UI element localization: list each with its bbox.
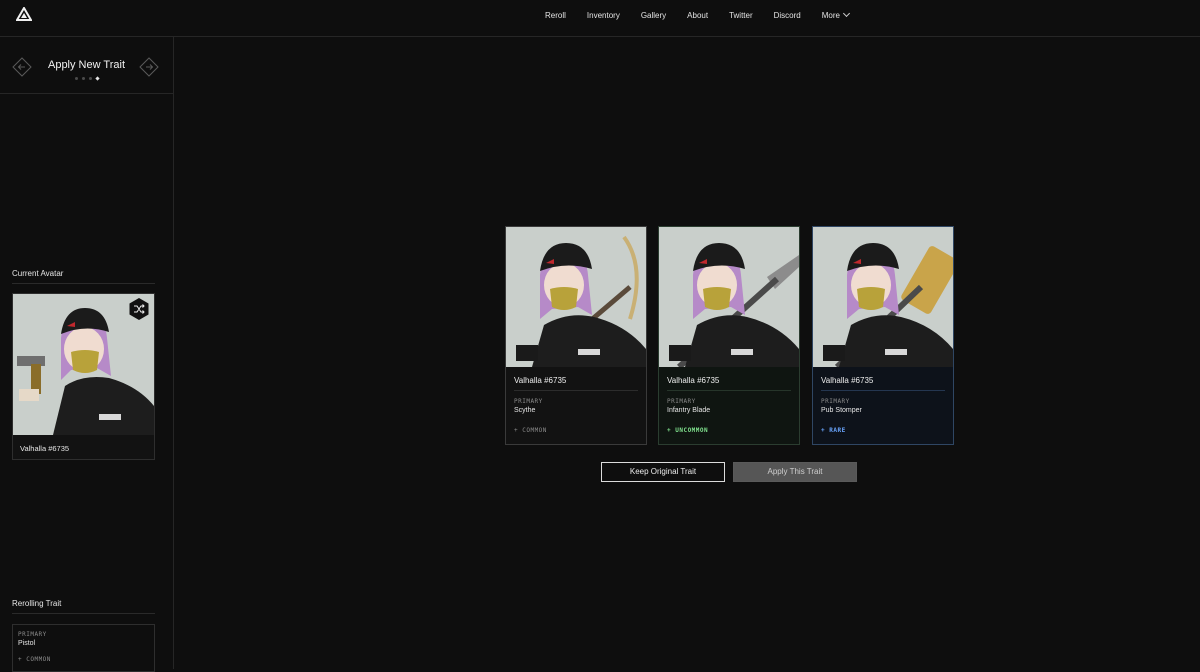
option-portrait xyxy=(506,227,646,367)
arrow-right-icon xyxy=(139,57,159,77)
option-rarity: + COMMON xyxy=(514,427,547,434)
top-navigation-bar: Reroll Inventory Gallery About Twitter D… xyxy=(0,0,1200,37)
option-trait-type: PRIMARY xyxy=(514,398,543,405)
option-avatar-name: Valhalla #6735 xyxy=(514,376,567,385)
nav-gallery[interactable]: Gallery xyxy=(641,11,666,20)
trait-option-card-infantry-blade[interactable]: Valhalla #6735 PRIMARY Infantry Blade + … xyxy=(658,226,800,445)
step-dot-3 xyxy=(88,77,92,80)
step-header: Apply New Trait xyxy=(0,37,173,94)
avatar-with-pub-stomper-image xyxy=(813,227,953,367)
logo-triangle-icon[interactable] xyxy=(16,7,32,21)
divider xyxy=(12,283,155,284)
option-trait-name: Scythe xyxy=(514,407,536,414)
rarity-label: UNCOMMON xyxy=(675,427,709,434)
sidebar: Apply New Trait Current Avatar Valhalla … xyxy=(0,37,174,672)
rarity-label: COMMON xyxy=(26,656,51,663)
trait-option-card-pub-stomper[interactable]: Valhalla #6735 PRIMARY Pub Stomper + RAR… xyxy=(812,226,954,445)
nav-about[interactable]: About xyxy=(687,11,708,20)
nav-reroll[interactable]: Reroll xyxy=(545,11,566,20)
nav-twitter[interactable]: Twitter xyxy=(729,11,753,20)
option-avatar-name: Valhalla #6735 xyxy=(667,376,720,385)
plus-icon: + xyxy=(667,427,676,434)
divider xyxy=(667,390,791,391)
option-trait-type: PRIMARY xyxy=(667,398,696,405)
plus-icon: + xyxy=(18,656,27,663)
option-rarity: + RARE xyxy=(821,427,846,434)
divider xyxy=(514,390,638,391)
plus-icon: + xyxy=(514,427,523,434)
rerolling-trait-label: Rerolling Trait xyxy=(12,599,62,608)
nav-more-label: More xyxy=(821,10,840,20)
option-rarity: + UNCOMMON xyxy=(667,427,708,434)
main-nav: Reroll Inventory Gallery About Twitter D… xyxy=(545,0,870,30)
avatar-name: Valhalla #6735 xyxy=(20,444,70,453)
rerolling-trait-card: PRIMARY Pistol + COMMON xyxy=(12,624,155,672)
option-portrait xyxy=(813,227,953,367)
nav-more-dropdown[interactable]: More xyxy=(821,9,851,20)
divider xyxy=(12,613,155,614)
step-dot-4-active xyxy=(94,76,100,81)
avatar-with-scythe-image xyxy=(506,227,646,367)
step-dot-2 xyxy=(81,77,85,80)
shuffle-icon[interactable] xyxy=(128,298,150,320)
divider xyxy=(821,390,945,391)
nav-discord[interactable]: Discord xyxy=(774,11,801,20)
rarity-label: COMMON xyxy=(522,427,547,434)
step-indicator xyxy=(0,76,173,81)
plus-icon: + xyxy=(821,427,830,434)
option-trait-name: Pub Stomper xyxy=(821,407,862,414)
keep-original-trait-button[interactable]: Keep Original Trait xyxy=(601,462,725,482)
option-trait-type: PRIMARY xyxy=(821,398,850,405)
next-step-button[interactable] xyxy=(139,57,159,77)
trait-option-card-scythe[interactable]: Valhalla #6735 PRIMARY Scythe + COMMON xyxy=(505,226,647,445)
avatar-with-infantry-blade-image xyxy=(659,227,799,367)
option-trait-name: Infantry Blade xyxy=(667,407,711,414)
rarity-label: RARE xyxy=(829,427,846,434)
trait-rarity: + COMMON xyxy=(18,656,51,663)
nav-inventory[interactable]: Inventory xyxy=(587,11,620,20)
step-dot-1 xyxy=(74,77,78,80)
trait-type: PRIMARY xyxy=(18,631,47,638)
option-portrait xyxy=(659,227,799,367)
current-avatar-label: Current Avatar xyxy=(12,269,64,278)
option-avatar-name: Valhalla #6735 xyxy=(821,376,874,385)
trait-name: Pistol xyxy=(18,640,36,647)
chevron-down-icon xyxy=(842,9,851,18)
apply-this-trait-button[interactable]: Apply This Trait xyxy=(733,462,857,482)
current-avatar-card: Valhalla #6735 xyxy=(12,293,155,460)
